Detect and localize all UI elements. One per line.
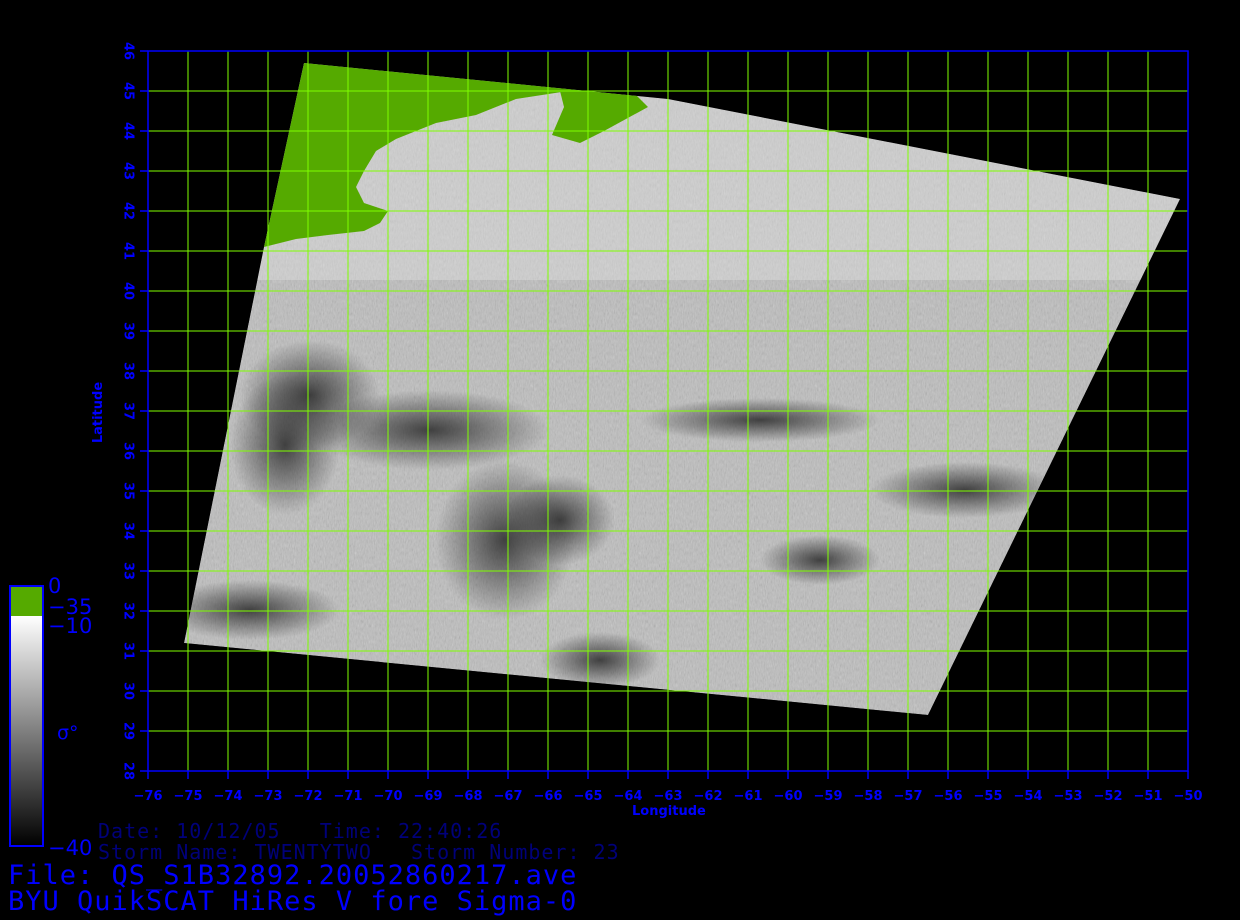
lat-tick-label: 29: [121, 722, 136, 740]
lat-tick-label: 39: [121, 322, 136, 340]
lon-tick-label: −68: [454, 789, 483, 804]
lon-tick-label: −50: [1174, 789, 1203, 804]
lon-tick-label: −67: [494, 789, 523, 804]
lon-tick-label: −60: [774, 789, 803, 804]
lat-tick-label: 44: [121, 122, 136, 140]
lat-tick-label: 37: [121, 402, 136, 420]
lon-tick-label: −51: [1134, 789, 1163, 804]
lon-tick-label: −61: [734, 789, 763, 804]
lon-tick-label: −65: [574, 789, 603, 804]
lon-tick-label: −76: [134, 789, 163, 804]
lon-tick-label: −53: [1054, 789, 1083, 804]
product-title-line: BYU QuikSCAT HiRes V fore Sigma-0: [8, 886, 578, 917]
lat-tick-label: 35: [121, 482, 136, 500]
lat-tick-label: 43: [121, 162, 136, 180]
colorbar-label-minus10: −10: [48, 614, 93, 638]
lon-tick-label: −71: [334, 789, 363, 804]
lon-tick-label: −55: [974, 789, 1003, 804]
lon-tick-label: −57: [894, 789, 923, 804]
lat-tick-label: 38: [121, 362, 136, 380]
lon-tick-label: −69: [414, 789, 443, 804]
lon-tick-label: −70: [374, 789, 403, 804]
lat-tick-label: 41: [121, 242, 136, 260]
lat-tick-label: 28: [121, 762, 136, 780]
lat-tick-label: 45: [121, 82, 136, 100]
colorbar-label-minus40: −40: [48, 836, 93, 860]
lat-tick-label: 34: [121, 522, 136, 540]
lat-tick-label: 36: [121, 442, 136, 460]
lon-tick-label: −75: [174, 789, 203, 804]
colorbar: [9, 585, 44, 847]
latitude-tick-labels: 28 29 30 31 32 33 34 35 36 37 38 39 40 41 42 43 44 45 46: [121, 42, 148, 780]
lon-tick-label: −56: [934, 789, 963, 804]
colorbar-gradient: [10, 616, 43, 846]
y-axis-label: Latitude: [91, 381, 107, 444]
sigma0-symbol: σ°: [57, 722, 79, 744]
lat-tick-label: 30: [121, 682, 136, 700]
lon-tick-label: −59: [814, 789, 843, 804]
backscatter-swath: [184, 63, 1180, 715]
x-axis-label: Longitude: [632, 804, 706, 819]
lon-tick-label: −52: [1094, 789, 1123, 804]
lat-tick-label: 31: [121, 642, 136, 660]
lon-tick-label: −74: [214, 789, 243, 804]
longitude-tick-labels: −76 −75 −74 −73 −72 −71 −70 −69 −68 −67 −66 −65 −64−…: [134, 771, 1203, 804]
lon-tick-label: −58: [854, 789, 883, 804]
lat-tick-label: 40: [121, 282, 136, 300]
lat-tick-label: 32: [121, 602, 136, 620]
lat-tick-label: 46: [121, 42, 136, 60]
lon-tick-label: −63: [654, 789, 683, 804]
scatterometer-map: −76 −75 −74 −73 −72 −71 −70 −69 −68 −67 −66 −65 −64−…: [9, 42, 1203, 847]
lon-tick-label: −66: [534, 789, 563, 804]
lon-tick-label: −54: [1014, 789, 1043, 804]
lon-tick-label: −62: [694, 789, 723, 804]
lat-tick-label: 42: [121, 202, 136, 220]
lon-tick-label: −64: [614, 789, 643, 804]
lon-tick-label: −72: [294, 789, 323, 804]
lon-tick-label: −73: [254, 789, 283, 804]
lat-tick-label: 33: [121, 562, 136, 580]
colorbar-land-swatch: [10, 586, 43, 616]
